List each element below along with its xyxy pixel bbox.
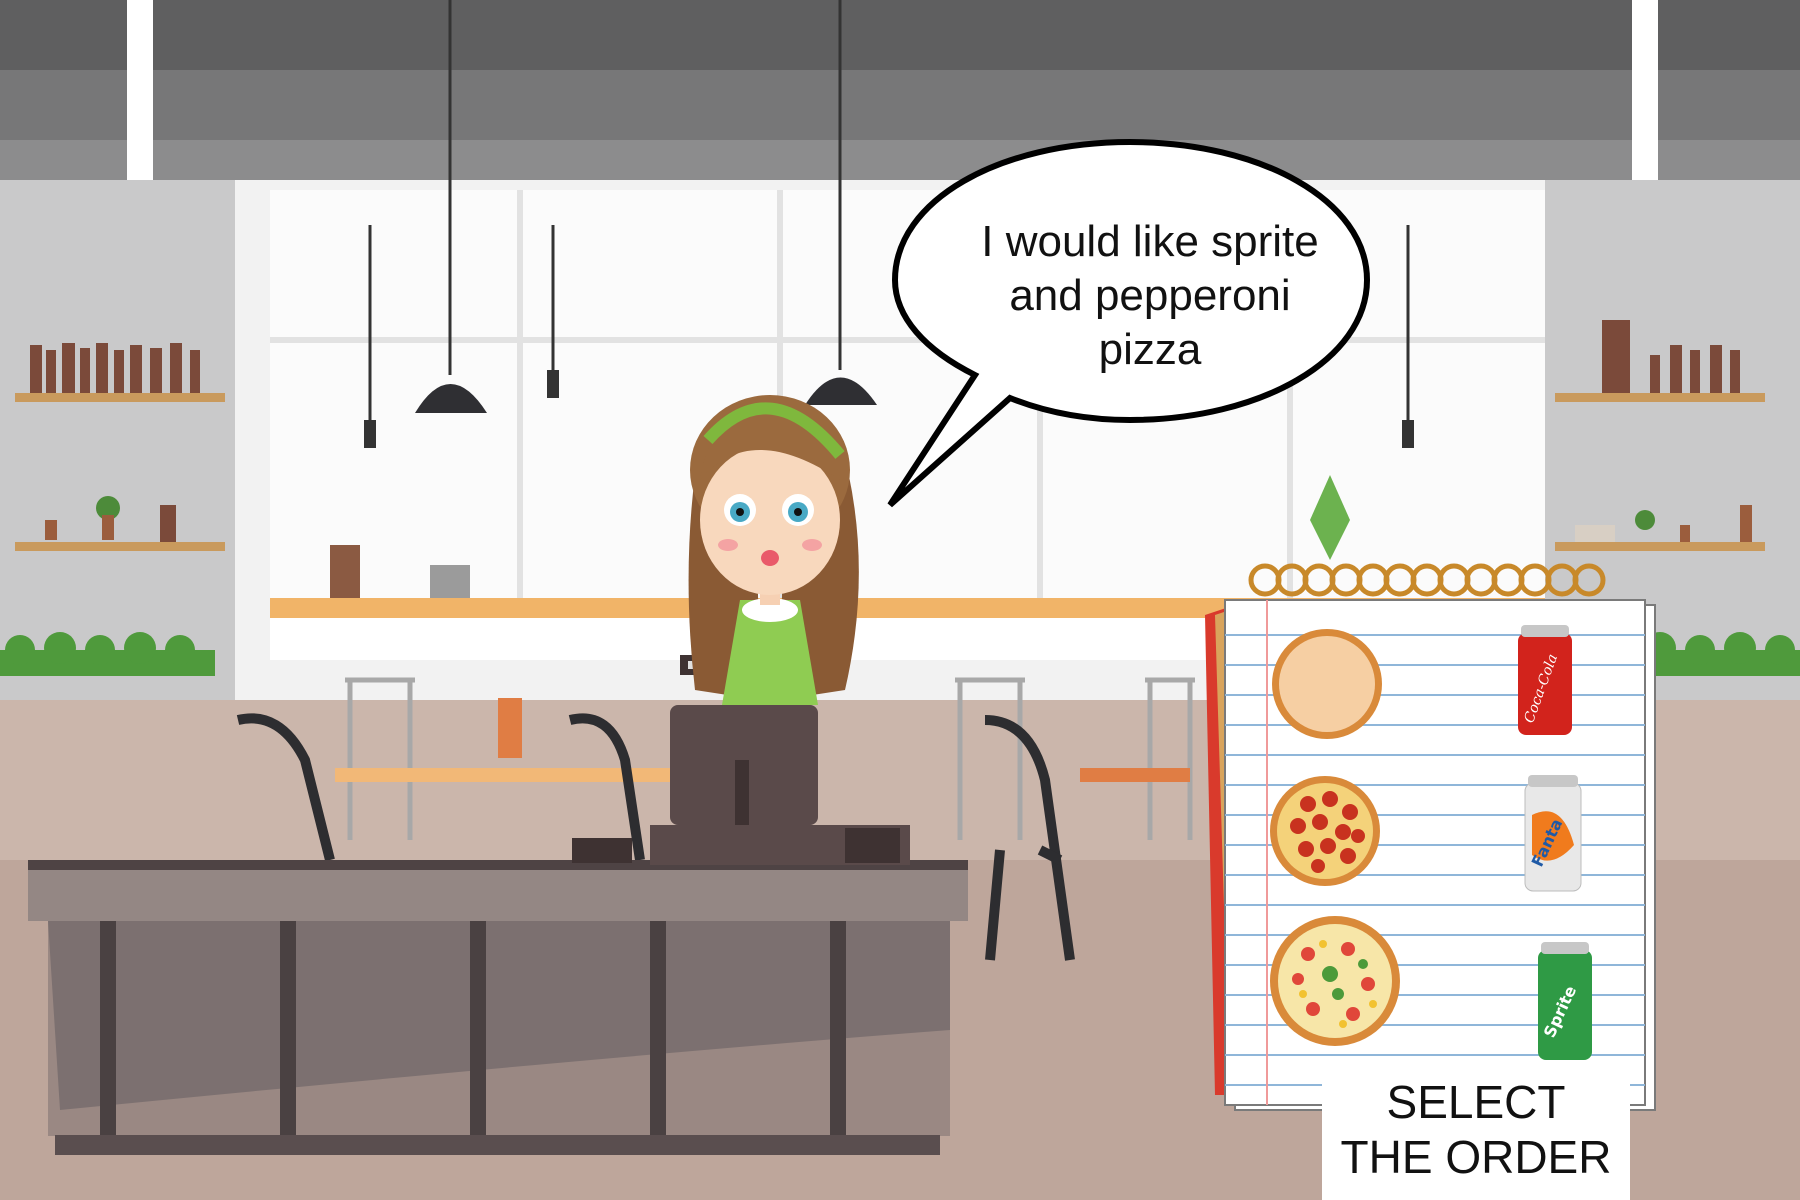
speech-bubble-text: I would like sprite and pepperoni pizza xyxy=(981,217,1319,374)
plain-cheese-pizza[interactable] xyxy=(1270,627,1385,742)
select-order-line1: SELECT xyxy=(1386,1076,1566,1128)
veggie-pizza[interactable] xyxy=(1268,914,1403,1049)
select-order-button[interactable]: SELECT THE ORDER xyxy=(1322,1075,1630,1200)
fanta-can[interactable]: Fanta xyxy=(1522,775,1584,895)
pepperoni-pizza[interactable] xyxy=(1268,774,1383,889)
sprite-can[interactable]: Sprite xyxy=(1535,942,1595,1064)
coca-cola-can[interactable]: Coca-Cola xyxy=(1515,625,1575,740)
select-order-line2: THE ORDER xyxy=(1340,1131,1612,1183)
customer-girl xyxy=(688,395,859,705)
